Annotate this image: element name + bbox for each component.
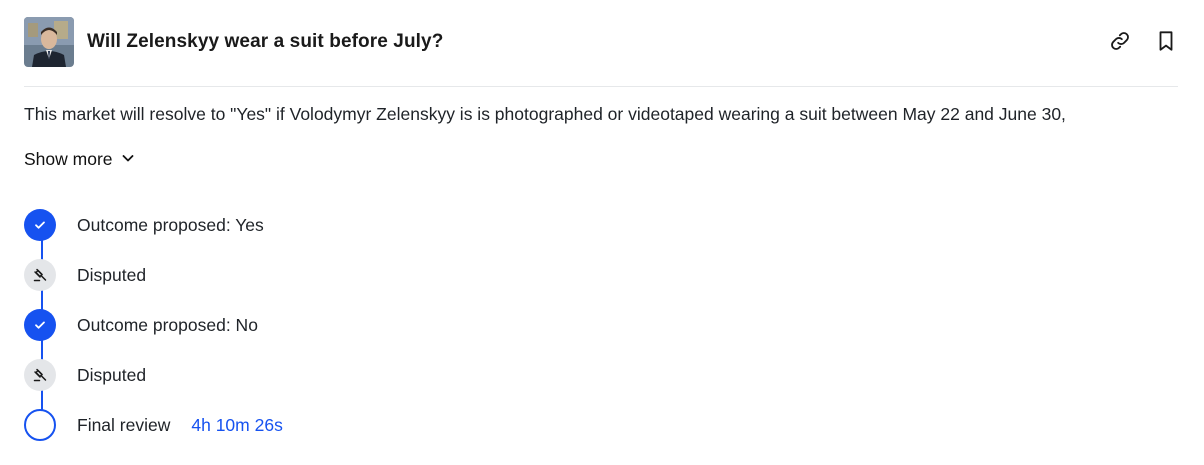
show-more-button[interactable]: Show more xyxy=(24,149,135,170)
header-divider xyxy=(24,86,1178,87)
gavel-icon xyxy=(24,359,56,391)
timeline-step: Outcome proposed: Yes xyxy=(24,200,624,250)
timeline-step-label: Outcome proposed: No xyxy=(77,314,258,335)
check-icon xyxy=(24,309,56,341)
header-actions xyxy=(1108,29,1178,53)
market-description: This market will resolve to "Yes" if Vol… xyxy=(24,104,1066,124)
timeline-step: Final review 4h 10m 26s xyxy=(24,400,624,450)
timeline-step: Disputed xyxy=(24,250,624,300)
resolution-timeline: Outcome proposed: Yes Disputed Outcome p… xyxy=(24,200,624,450)
market-avatar xyxy=(24,17,74,67)
countdown-timer: 4h 10m 26s xyxy=(191,414,283,435)
timeline-step-label: Disputed xyxy=(77,364,147,385)
market-header: Will Zelenskyy wear a suit before July? xyxy=(24,17,1178,67)
timeline-step: Outcome proposed: No xyxy=(24,300,624,350)
chevron-down-icon xyxy=(121,149,135,170)
show-more-label: Show more xyxy=(24,149,113,169)
timeline-step-label: Disputed xyxy=(77,264,147,285)
gavel-icon xyxy=(24,259,56,291)
timeline-step: Disputed xyxy=(24,350,624,400)
pending-circle-icon xyxy=(24,409,56,441)
bookmark-icon[interactable] xyxy=(1154,29,1178,53)
market-title: Will Zelenskyy wear a suit before July? xyxy=(87,31,444,52)
check-icon xyxy=(24,209,56,241)
timeline-step-label: Outcome proposed: Yes xyxy=(77,214,264,235)
link-icon[interactable] xyxy=(1108,29,1132,53)
timeline-step-label: Final review xyxy=(77,414,171,435)
